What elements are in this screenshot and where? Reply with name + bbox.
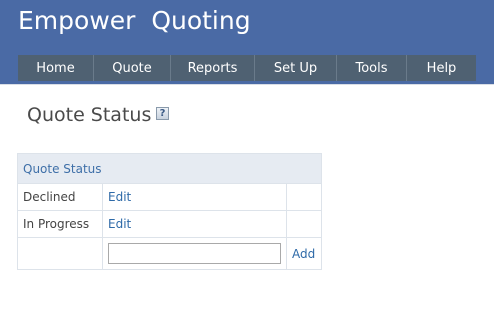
nav-item-help[interactable]: Help — [407, 55, 476, 81]
app-title: Empower Quoting — [18, 6, 251, 35]
new-status-input[interactable] — [108, 243, 281, 264]
empty-cell — [286, 183, 322, 211]
empty-cell — [17, 237, 103, 270]
add-link[interactable]: Add — [292, 247, 315, 261]
page-title: Quote Status — [27, 104, 152, 126]
edit-link-declined[interactable]: Edit — [108, 190, 131, 204]
main-nav: Home Quote Reports Set Up Tools Help — [18, 55, 476, 81]
table-row: Declined Edit — [17, 183, 322, 211]
help-question-icon[interactable]: ? — [156, 107, 169, 120]
table-header-row: Quote Status — [17, 153, 322, 184]
status-name: In Progress — [17, 210, 103, 238]
nav-item-set-up[interactable]: Set Up — [255, 55, 337, 81]
edit-link-in-progress[interactable]: Edit — [108, 217, 131, 231]
status-name: Declined — [17, 183, 103, 211]
nav-item-tools[interactable]: Tools — [337, 55, 407, 81]
empty-cell — [286, 210, 322, 238]
table-header: Quote Status — [17, 153, 322, 184]
table-row: In Progress Edit — [17, 210, 322, 238]
quote-status-table: Quote Status Declined Edit In Progress E… — [17, 153, 322, 270]
nav-item-quote[interactable]: Quote — [94, 55, 171, 81]
page: Empower Quoting Home Quote Reports Set U… — [0, 0, 494, 321]
header-banner: Empower Quoting Home Quote Reports Set U… — [0, 0, 494, 85]
nav-item-home[interactable]: Home — [18, 55, 94, 81]
nav-item-reports[interactable]: Reports — [171, 55, 255, 81]
new-status-row: Add — [17, 237, 322, 270]
